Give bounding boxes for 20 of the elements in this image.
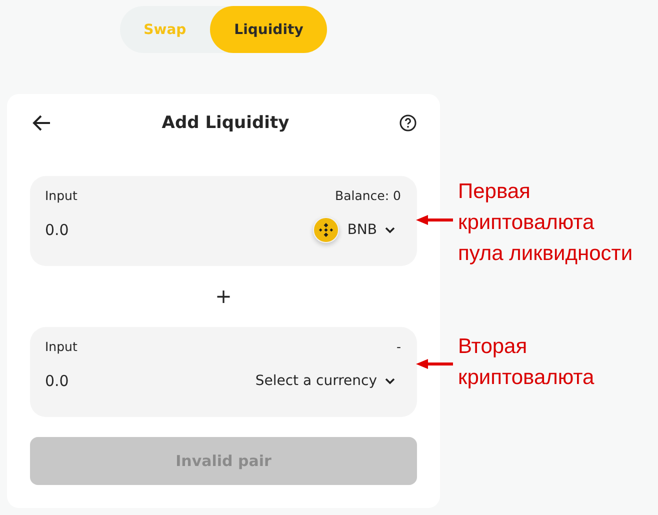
annotation-text: Первая криптовалюта пула ликвидности <box>458 179 633 267</box>
plus-sign: + <box>214 283 233 310</box>
input-label: Input <box>45 339 78 354</box>
currency-selector[interactable]: BNB <box>313 217 401 243</box>
balance-text: Balance: 0 <box>335 188 401 203</box>
arrow-icon <box>416 359 454 369</box>
help-icon[interactable] <box>398 114 417 132</box>
caret-icon <box>385 378 395 384</box>
arrow-icon <box>416 215 454 225</box>
caret-icon <box>385 226 395 234</box>
tab[interactable]: Liquidity <box>210 6 328 53</box>
annotation-text: Вторая криптовалюта <box>458 334 594 391</box>
back-arrow-icon[interactable] <box>32 114 52 132</box>
card-title: Add Liquidity <box>162 113 290 133</box>
balance-text: - <box>396 339 401 354</box>
input-label: Input <box>45 188 78 203</box>
amount-field[interactable]: 0.0 <box>45 372 145 390</box>
coin-icon <box>313 217 340 243</box>
amount-field[interactable]: 0.0 <box>45 221 145 239</box>
currency-selector[interactable]: Select a currency <box>255 373 401 389</box>
